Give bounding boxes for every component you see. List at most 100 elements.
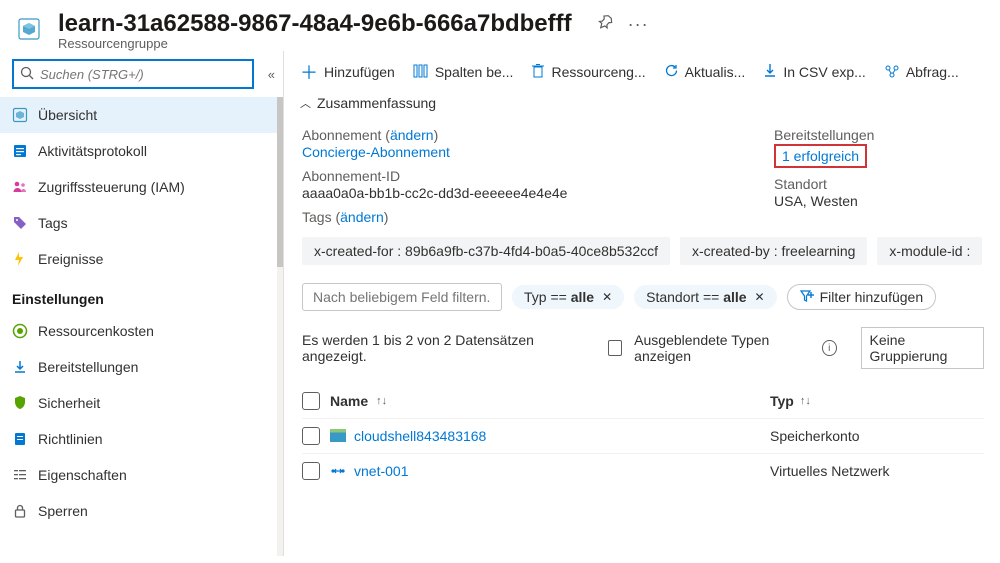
close-icon[interactable]: ✕ bbox=[755, 290, 765, 304]
type-filter-pill[interactable]: Typ == alle✕ bbox=[512, 285, 624, 309]
deployments-link[interactable]: 1 erfolgreich bbox=[782, 148, 859, 164]
table-row[interactable]: vnet-001 Virtuelles Netzwerk bbox=[302, 453, 984, 488]
resources-table: Name ↑↓ Typ ↑↓ cloudshell843483168 Speiche… bbox=[284, 375, 1000, 488]
more-icon[interactable]: ··· bbox=[628, 14, 649, 35]
info-icon[interactable]: i bbox=[822, 340, 837, 356]
main-content: ＋Hinzufügen Spalten be... Ressourceng...… bbox=[284, 51, 1000, 556]
add-button[interactable]: ＋Hinzufügen bbox=[300, 59, 395, 85]
tag-pill[interactable]: x-module-id : bbox=[877, 237, 982, 265]
export-csv-button[interactable]: In CSV exp... bbox=[763, 63, 865, 81]
delete-button[interactable]: Ressourceng... bbox=[531, 63, 645, 81]
columns-icon bbox=[413, 64, 429, 81]
sidebar-item-label: Eigenschaften bbox=[38, 467, 127, 483]
sort-icon[interactable]: ↑↓ bbox=[800, 395, 811, 407]
location-label: Standort bbox=[774, 176, 984, 192]
sidebar-item-security[interactable]: Sicherheit bbox=[0, 385, 283, 421]
page-title: learn-31a62588-9867-48a4-9e6b-666a7bdbef… bbox=[58, 10, 572, 38]
sidebar-item-label: Ressourcenkosten bbox=[38, 323, 154, 339]
sidebar-item-label: Richtlinien bbox=[38, 431, 103, 447]
change-subscription-link[interactable]: ändern bbox=[390, 127, 434, 143]
resource-name-link[interactable]: vnet-001 bbox=[354, 463, 408, 479]
resource-type: Virtuelles Netzwerk bbox=[770, 463, 970, 479]
select-all-checkbox[interactable] bbox=[302, 392, 320, 410]
deployments-icon bbox=[12, 359, 28, 375]
query-button[interactable]: Abfrag... bbox=[884, 64, 959, 81]
shield-icon bbox=[12, 395, 28, 411]
show-hidden-checkbox[interactable] bbox=[608, 340, 623, 356]
column-type[interactable]: Typ bbox=[770, 393, 794, 409]
pin-icon[interactable] bbox=[598, 15, 614, 34]
location-filter-pill[interactable]: Standort == alle✕ bbox=[634, 285, 776, 309]
refresh-button[interactable]: Aktualis... bbox=[664, 63, 746, 81]
sort-icon[interactable]: ↑↓ bbox=[376, 395, 387, 407]
search-input-wrap[interactable] bbox=[12, 59, 254, 89]
page-header: learn-31a62588-9867-48a4-9e6b-666a7bdbef… bbox=[0, 0, 1000, 51]
search-input[interactable] bbox=[40, 67, 246, 82]
summary-toggle[interactable]: ︿ Zusammenfassung bbox=[284, 91, 1000, 117]
events-icon bbox=[12, 251, 28, 267]
add-filter-icon bbox=[800, 290, 814, 305]
tag-pill[interactable]: x-created-for : 89b6a9fb-c37b-4fd4-b0a5-… bbox=[302, 237, 670, 265]
sidebar-item-locks[interactable]: Sperren bbox=[0, 493, 283, 529]
sidebar-item-costs[interactable]: Ressourcenkosten bbox=[0, 313, 283, 349]
filter-input[interactable] bbox=[302, 283, 502, 311]
resource-type: Speicherkonto bbox=[770, 428, 970, 444]
lock-icon bbox=[12, 503, 28, 519]
close-icon[interactable]: ✕ bbox=[602, 290, 612, 304]
row-checkbox[interactable] bbox=[302, 427, 320, 445]
resource-group-icon bbox=[12, 12, 46, 46]
search-icon bbox=[20, 66, 34, 83]
sidebar-item-deployments[interactable]: Bereitstellungen bbox=[0, 349, 283, 385]
sidebar-item-overview[interactable]: Übersicht bbox=[0, 97, 283, 133]
cost-icon bbox=[12, 323, 28, 339]
sidebar-scroll: Übersicht Aktivitätsprotokoll Zugriffsst… bbox=[0, 97, 283, 556]
scrollbar-thumb[interactable] bbox=[277, 97, 283, 267]
deployments-highlight: 1 erfolgreich bbox=[774, 144, 867, 168]
resource-name-link[interactable]: cloudshell843483168 bbox=[354, 428, 486, 444]
row-checkbox[interactable] bbox=[302, 462, 320, 480]
sidebar-item-label: Ereignisse bbox=[38, 251, 103, 267]
sidebar-item-label: Tags bbox=[38, 215, 68, 231]
table-row[interactable]: cloudshell843483168 Speicherkonto bbox=[302, 418, 984, 453]
grouping-select[interactable]: Keine Gruppierung bbox=[861, 327, 984, 369]
iam-icon bbox=[12, 179, 28, 195]
summary-panel: Abonnement (ändern) Concierge-Abonnement… bbox=[284, 117, 1000, 229]
deployments-label: Bereitstellungen bbox=[774, 127, 984, 143]
query-icon bbox=[884, 64, 900, 81]
show-hidden-label: Ausgeblendete Typen anzeigen bbox=[634, 332, 810, 364]
change-tags-link[interactable]: ändern bbox=[340, 209, 384, 225]
plus-icon: ＋ bbox=[300, 59, 318, 85]
sidebar-item-activity-log[interactable]: Aktivitätsprotokoll bbox=[0, 133, 283, 169]
activity-log-icon bbox=[12, 143, 28, 159]
sidebar-item-iam[interactable]: Zugriffssteuerung (IAM) bbox=[0, 169, 283, 205]
sidebar-item-policies[interactable]: Richtlinien bbox=[0, 421, 283, 457]
filter-bar: Typ == alle✕ Standort == alle✕ Filter hi… bbox=[284, 269, 1000, 317]
tag-pill[interactable]: x-created-by : freelearning bbox=[680, 237, 867, 265]
sidebar-item-events[interactable]: Ereignisse bbox=[0, 241, 283, 277]
tags-icon bbox=[12, 215, 28, 231]
edit-columns-button[interactable]: Spalten be... bbox=[413, 64, 514, 81]
sidebar-item-label: Zugriffssteuerung (IAM) bbox=[38, 179, 185, 195]
chevron-up-icon: ︿ bbox=[300, 95, 311, 111]
subscription-id-value: aaaa0a0a-bb1b-cc2c-dd3d-eeeeee4e4e4e bbox=[302, 185, 734, 201]
sidebar: « Übersicht Aktivitätsprotokoll Zugriffs… bbox=[0, 51, 284, 556]
policies-icon bbox=[12, 431, 28, 447]
subscription-id-label: Abonnement-ID bbox=[302, 168, 734, 184]
storage-icon bbox=[330, 429, 346, 443]
sidebar-item-label: Aktivitätsprotokoll bbox=[38, 143, 147, 159]
table-header-row: Name ↑↓ Typ ↑↓ bbox=[302, 383, 984, 418]
collapse-sidebar-icon[interactable]: « bbox=[268, 67, 273, 82]
sidebar-item-tags[interactable]: Tags bbox=[0, 205, 283, 241]
overview-icon bbox=[12, 107, 28, 123]
refresh-icon bbox=[664, 63, 679, 81]
subscription-link[interactable]: Concierge-Abonnement bbox=[302, 144, 734, 160]
record-count: Es werden 1 bis 2 von 2 Datensätzen ange… bbox=[302, 332, 572, 364]
column-name[interactable]: Name bbox=[330, 393, 368, 409]
sidebar-item-label: Sicherheit bbox=[38, 395, 100, 411]
tags-row: x-created-for : 89b6a9fb-c37b-4fd4-b0a5-… bbox=[284, 229, 1000, 269]
add-filter-button[interactable]: Filter hinzufügen bbox=[787, 284, 937, 310]
sidebar-item-label: Übersicht bbox=[38, 107, 97, 123]
sidebar-item-label: Bereitstellungen bbox=[38, 359, 138, 375]
location-value: USA, Westen bbox=[774, 193, 984, 209]
sidebar-item-properties[interactable]: Eigenschaften bbox=[0, 457, 283, 493]
